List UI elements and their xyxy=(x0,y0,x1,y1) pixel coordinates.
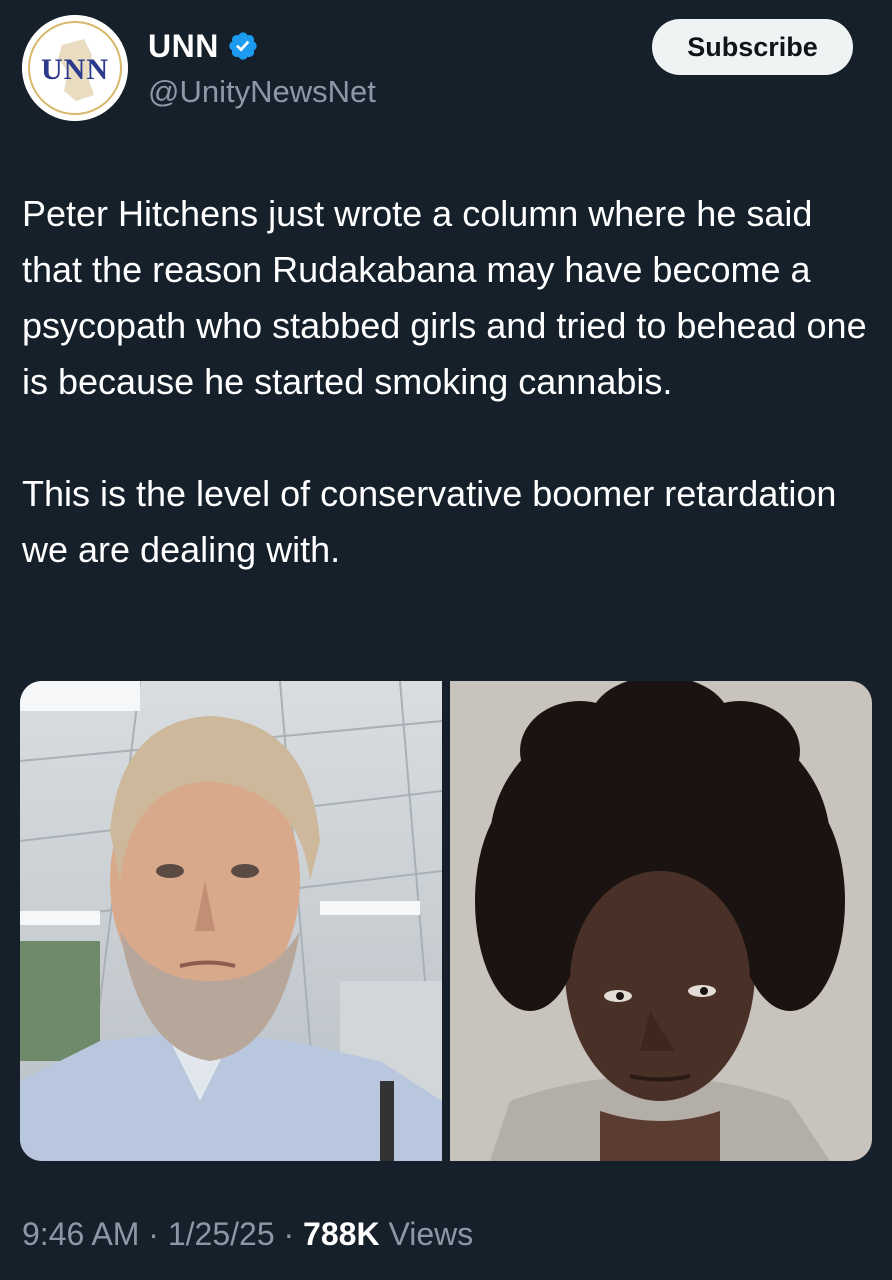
tweet-paragraph-2: This is the level of conservative boomer… xyxy=(22,473,837,570)
verified-badge-icon xyxy=(229,32,257,60)
photo-man-office-icon xyxy=(20,681,442,1161)
author-handle[interactable]: @UnityNewsNet xyxy=(148,74,376,110)
tweet-text: Peter Hitchens just wrote a column where… xyxy=(22,186,872,578)
photo-mugshot-icon xyxy=(450,681,872,1161)
subscribe-button[interactable]: Subscribe xyxy=(652,19,853,75)
avatar[interactable]: UNN xyxy=(22,15,128,121)
meta-separator: · xyxy=(148,1216,159,1252)
svg-text:UNN: UNN xyxy=(41,53,109,86)
tweet-time[interactable]: 9:46 AM xyxy=(22,1216,139,1252)
tweet-meta: 9:46 AM · 1/25/25 · 788K Views xyxy=(22,1216,473,1253)
author-display-name[interactable]: UNN xyxy=(148,28,219,65)
media-grid xyxy=(20,681,872,1161)
tweet-paragraph-1: Peter Hitchens just wrote a column where… xyxy=(22,193,867,402)
meta-separator: · xyxy=(283,1216,295,1252)
media-photo-2[interactable] xyxy=(450,681,872,1161)
views-count: 788K xyxy=(303,1216,380,1252)
media-photo-1[interactable] xyxy=(20,681,442,1161)
unn-logo-icon: UNN xyxy=(22,15,128,121)
views-label: Views xyxy=(388,1216,474,1252)
tweet-date[interactable]: 1/25/25 xyxy=(168,1216,275,1252)
author-name-row[interactable]: UNN xyxy=(148,24,259,68)
